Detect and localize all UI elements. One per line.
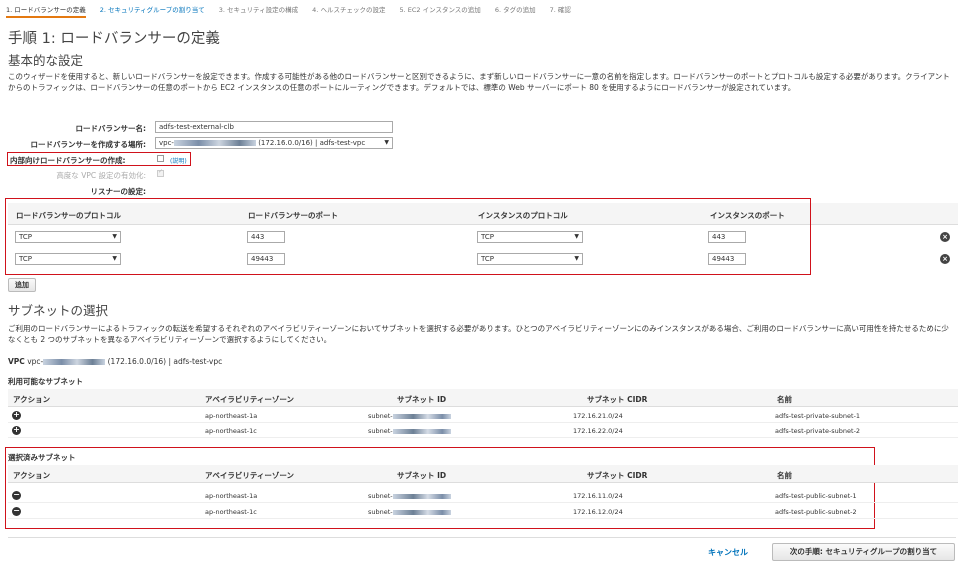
lb-location-label: ロードバランサーを作成する場所:	[30, 140, 147, 149]
plus-circle-icon[interactable]: +	[12, 411, 21, 420]
close-circle-icon[interactable]: ×	[940, 232, 950, 242]
next-step-button[interactable]: 次の手順: セキュリティグループの割り当て	[772, 543, 955, 561]
basic-description: このウィザードを使用すると、新しいロードバランサーを設定できます。作成する可能性…	[8, 72, 950, 92]
internal-lb-label: 内部向けロードバランサーの作成:	[10, 156, 126, 165]
redacted-vpc-id	[43, 359, 106, 365]
redacted-subnet-id	[392, 413, 451, 419]
table-row: − ap-northeast-1c subnet- 172.16.12.0/24…	[8, 506, 958, 519]
minus-circle-icon[interactable]: −	[12, 491, 21, 500]
subnet-heading: サブネットの選択	[8, 303, 109, 318]
internal-lb-checkbox[interactable]	[157, 155, 164, 162]
cancel-link[interactable]: キャンセル	[708, 547, 748, 558]
wizard-step-1[interactable]: 1. ロードバランサーの定義	[6, 4, 86, 18]
redacted-vpc-id	[173, 140, 256, 146]
table-row: + ap-northeast-1c subnet- 172.16.22.0/24…	[8, 425, 958, 438]
listener-config-label: リスナーの設定:	[90, 187, 147, 196]
advanced-vpc-label: 高度な VPC 設定の有効化:	[56, 171, 146, 180]
wizard-step-4[interactable]: 4. ヘルスチェックの設定	[312, 4, 385, 18]
lb-name-input[interactable]: adfs-test-external-clb	[155, 121, 393, 133]
wizard-step-3[interactable]: 3. セキュリティ設定の構成	[219, 4, 298, 18]
available-subnets-title: 利用可能なサブネット	[8, 377, 83, 386]
chevron-down-icon: ▼	[384, 139, 389, 146]
close-circle-icon[interactable]: ×	[940, 254, 950, 264]
add-listener-button[interactable]: 追加	[8, 278, 36, 292]
redacted-subnet-id	[392, 428, 451, 434]
selected-subnets-title: 選択済みサブネット	[8, 453, 76, 462]
highlight-listener-table	[5, 198, 811, 275]
subnet-description: ご利用のロードバランサーによるトラフィックの転送を希望するそれぞれのアベイラビリ…	[8, 324, 949, 344]
vpc-select[interactable]: vpc- (172.16.0.0/16) | adfs-test-vpc ▼	[155, 137, 393, 149]
page-title: 手順 1: ロードバランサーの定義	[8, 31, 220, 47]
vpc-info: VPC vpc- (172.16.0.0/16) | adfs-test-vpc	[8, 357, 223, 366]
table-row: − ap-northeast-1a subnet- 172.16.11.0/24…	[8, 490, 958, 503]
wizard-step-7[interactable]: 7. 確認	[550, 4, 571, 18]
lb-name-label: ロードバランサー名:	[75, 124, 147, 133]
advanced-vpc-checkbox	[157, 168, 164, 177]
redacted-subnet-id	[392, 509, 451, 515]
plus-circle-icon[interactable]: +	[12, 426, 21, 435]
available-subnets-header: アクション アベイラビリティーゾーン サブネット ID サブネット CIDR 名…	[8, 389, 958, 407]
table-row: + ap-northeast-1a subnet- 172.16.21.0/24…	[8, 410, 958, 423]
wizard-step-6[interactable]: 6. タグの追加	[495, 4, 536, 18]
wizard-steps: 1. ロードバランサーの定義 2. セキュリティグループの割り当て 3. セキュ…	[6, 4, 585, 18]
basic-settings-heading: 基本的な設定	[8, 53, 84, 68]
selected-subnets-header: アクション アベイラビリティーゾーン サブネット ID サブネット CIDR 名…	[8, 465, 958, 483]
minus-circle-icon[interactable]: −	[12, 507, 21, 516]
wizard-step-2[interactable]: 2. セキュリティグループの割り当て	[100, 4, 205, 18]
redacted-subnet-id	[392, 493, 451, 499]
footer-divider	[8, 537, 956, 538]
internal-lb-help-link[interactable]: (説明)	[170, 156, 187, 165]
wizard-step-5[interactable]: 5. EC2 インスタンスの追加	[399, 4, 480, 18]
